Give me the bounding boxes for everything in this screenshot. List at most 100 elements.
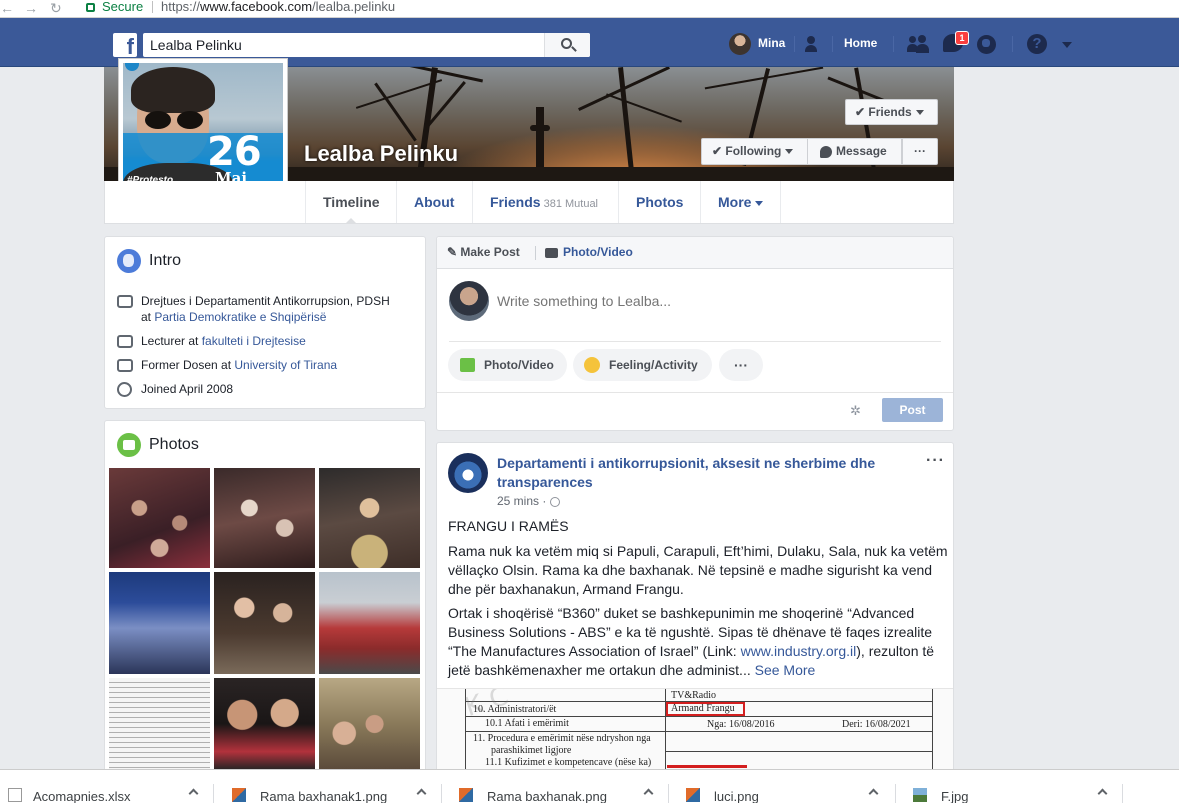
download-item[interactable]: Acomapnies.xlsx bbox=[8, 770, 208, 803]
smiley-icon bbox=[584, 357, 600, 373]
photo-thumbnail[interactable] bbox=[214, 572, 315, 674]
search-button[interactable] bbox=[544, 33, 590, 57]
url-field[interactable]: https://www.facebook.com/lealba.pelinku bbox=[161, 0, 395, 14]
tab-friends[interactable]: Friends 381 Mutual bbox=[472, 181, 615, 223]
home-link[interactable]: Home bbox=[844, 18, 877, 67]
browser-address-bar: ← → ↻ Secure https://www.facebook.com/le… bbox=[0, 0, 1179, 18]
following-button[interactable]: ✔ Following bbox=[701, 138, 808, 165]
download-item[interactable]: F.jpg bbox=[913, 770, 1113, 803]
photo-video-tab[interactable]: Photo/Video bbox=[545, 245, 633, 259]
composer-input[interactable] bbox=[497, 289, 937, 313]
photo-thumbnail[interactable] bbox=[214, 468, 315, 568]
intro-card: Intro Drejtues i Departamentit Antikorru… bbox=[104, 236, 426, 409]
photos-icon bbox=[117, 433, 141, 457]
search-box bbox=[143, 33, 590, 57]
image-file-icon bbox=[686, 788, 700, 802]
download-item[interactable]: Rama baxhanak1.png bbox=[232, 770, 437, 803]
chevron-up-icon[interactable] bbox=[643, 788, 654, 799]
clock-icon bbox=[117, 382, 132, 397]
post-timestamp[interactable]: 25 mins · bbox=[497, 494, 560, 508]
messages-badge: 1 bbox=[955, 31, 969, 45]
search-input[interactable] bbox=[143, 33, 543, 57]
secure-label: Secure bbox=[102, 0, 144, 14]
friends-button[interactable]: ✔ Friends bbox=[845, 99, 938, 125]
photo-thumbnail[interactable] bbox=[319, 468, 420, 568]
message-button[interactable]: Message bbox=[808, 138, 902, 165]
download-item[interactable]: Rama baxhanak.png bbox=[459, 770, 664, 803]
photos-title: Photos bbox=[149, 436, 199, 453]
help-icon[interactable]: ? bbox=[1027, 34, 1047, 54]
chevron-up-icon[interactable] bbox=[868, 788, 879, 799]
post-document-image[interactable]: K C TV&Radio 10. Administratori/ët Arman… bbox=[437, 688, 953, 769]
post-options-button[interactable]: ··· bbox=[926, 452, 945, 470]
check-icon: ✔ bbox=[712, 144, 726, 158]
check-icon: ✔ bbox=[855, 105, 869, 119]
photo-video-button[interactable]: Photo/Video bbox=[448, 349, 567, 381]
mutual-friends-count: 381 Mutual bbox=[543, 198, 599, 210]
privacy-gear-icon[interactable]: ✲ bbox=[850, 403, 861, 419]
intro-title: Intro bbox=[149, 252, 182, 269]
globe-icon bbox=[117, 249, 141, 273]
tab-more[interactable]: More bbox=[700, 181, 782, 223]
chevron-up-icon[interactable] bbox=[188, 788, 199, 799]
reload-icon[interactable]: ↻ bbox=[50, 0, 62, 16]
make-post-tab[interactable]: ✎ Make Post bbox=[447, 245, 520, 259]
notifications-globe-icon[interactable] bbox=[977, 35, 996, 54]
image-file-icon bbox=[459, 788, 473, 802]
composer-more-button[interactable]: ··· bbox=[719, 349, 763, 381]
account-menu-chevron-icon[interactable] bbox=[1062, 42, 1072, 48]
sunglasses bbox=[145, 111, 203, 129]
post-title: FRANGU I RAMËS bbox=[448, 518, 569, 534]
facebook-frame-badge-icon bbox=[125, 63, 139, 71]
tab-photos[interactable]: Photos bbox=[618, 181, 700, 223]
chevron-down-icon bbox=[785, 149, 794, 155]
photo-icon bbox=[460, 358, 475, 372]
photo-thumbnail[interactable] bbox=[109, 678, 210, 770]
intro-link-partia[interactable]: Partia Demokratike e Shqipërisë bbox=[154, 310, 326, 324]
photo-thumbnail[interactable] bbox=[319, 572, 420, 674]
download-item[interactable]: luci.png bbox=[686, 770, 886, 803]
photo-thumbnail[interactable] bbox=[214, 678, 315, 770]
user-avatar[interactable] bbox=[729, 33, 751, 55]
photo-thumbnail[interactable] bbox=[109, 572, 210, 674]
photo-thumbnail[interactable] bbox=[109, 468, 210, 568]
camera-icon bbox=[545, 247, 558, 258]
chevron-up-icon[interactable] bbox=[416, 788, 427, 799]
post-author-name[interactable]: Departamenti i antikorrupsionit, aksesit… bbox=[497, 454, 897, 492]
messenger-icon bbox=[820, 145, 832, 158]
pencil-icon: ✎ bbox=[447, 245, 461, 259]
tab-about[interactable]: About bbox=[396, 181, 471, 223]
feeling-activity-button[interactable]: Feeling/Activity bbox=[573, 349, 712, 381]
downloads-bar: Acomapnies.xlsx Rama baxhanak1.png Rama … bbox=[0, 769, 1179, 803]
photo-thumbnail[interactable] bbox=[319, 678, 420, 770]
profile-more-button[interactable]: ··· bbox=[902, 138, 938, 165]
facebook-logo-icon[interactable]: f bbox=[113, 33, 137, 57]
lock-icon bbox=[86, 3, 95, 12]
public-globe-icon bbox=[549, 496, 560, 507]
profile-name[interactable]: Lealba Pelinku bbox=[304, 141, 458, 167]
post-button[interactable]: Post bbox=[882, 398, 943, 422]
briefcase-icon bbox=[117, 359, 133, 372]
file-icon bbox=[8, 788, 22, 802]
tab-timeline[interactable]: Timeline bbox=[305, 181, 397, 224]
see-more-link[interactable]: See More bbox=[755, 662, 816, 678]
forward-icon[interactable]: → bbox=[24, 0, 38, 16]
post-link-industry[interactable]: www.industry.org.il bbox=[741, 643, 857, 659]
chevron-up-icon[interactable] bbox=[1097, 788, 1108, 799]
image-file-icon bbox=[232, 788, 246, 802]
friend-requests-icon[interactable] bbox=[907, 35, 929, 53]
post-paragraph-2: Ortak i shoqërisë “B360” duket se bashke… bbox=[448, 605, 935, 678]
chevron-down-icon bbox=[755, 200, 764, 206]
user-profile-link[interactable]: Mina bbox=[758, 18, 785, 67]
post-author-avatar[interactable] bbox=[448, 453, 488, 493]
intro-link-university[interactable]: University of Tirana bbox=[234, 358, 337, 372]
find-friends-icon[interactable] bbox=[805, 36, 823, 52]
post-paragraph-1: Rama nuk ka vetëm miq si Papuli, Carapul… bbox=[448, 543, 948, 597]
back-icon[interactable]: ← bbox=[0, 0, 14, 16]
briefcase-icon bbox=[117, 295, 133, 308]
intro-link-fakulteti[interactable]: fakulteti i Drejtesise bbox=[202, 334, 306, 348]
profile-tabs: Timeline About Friends 381 Mutual Photos … bbox=[104, 181, 954, 224]
chevron-down-icon bbox=[915, 110, 924, 116]
briefcase-icon bbox=[117, 335, 133, 348]
post-composer: ✎ Make Post Photo/Video bbox=[436, 236, 954, 431]
